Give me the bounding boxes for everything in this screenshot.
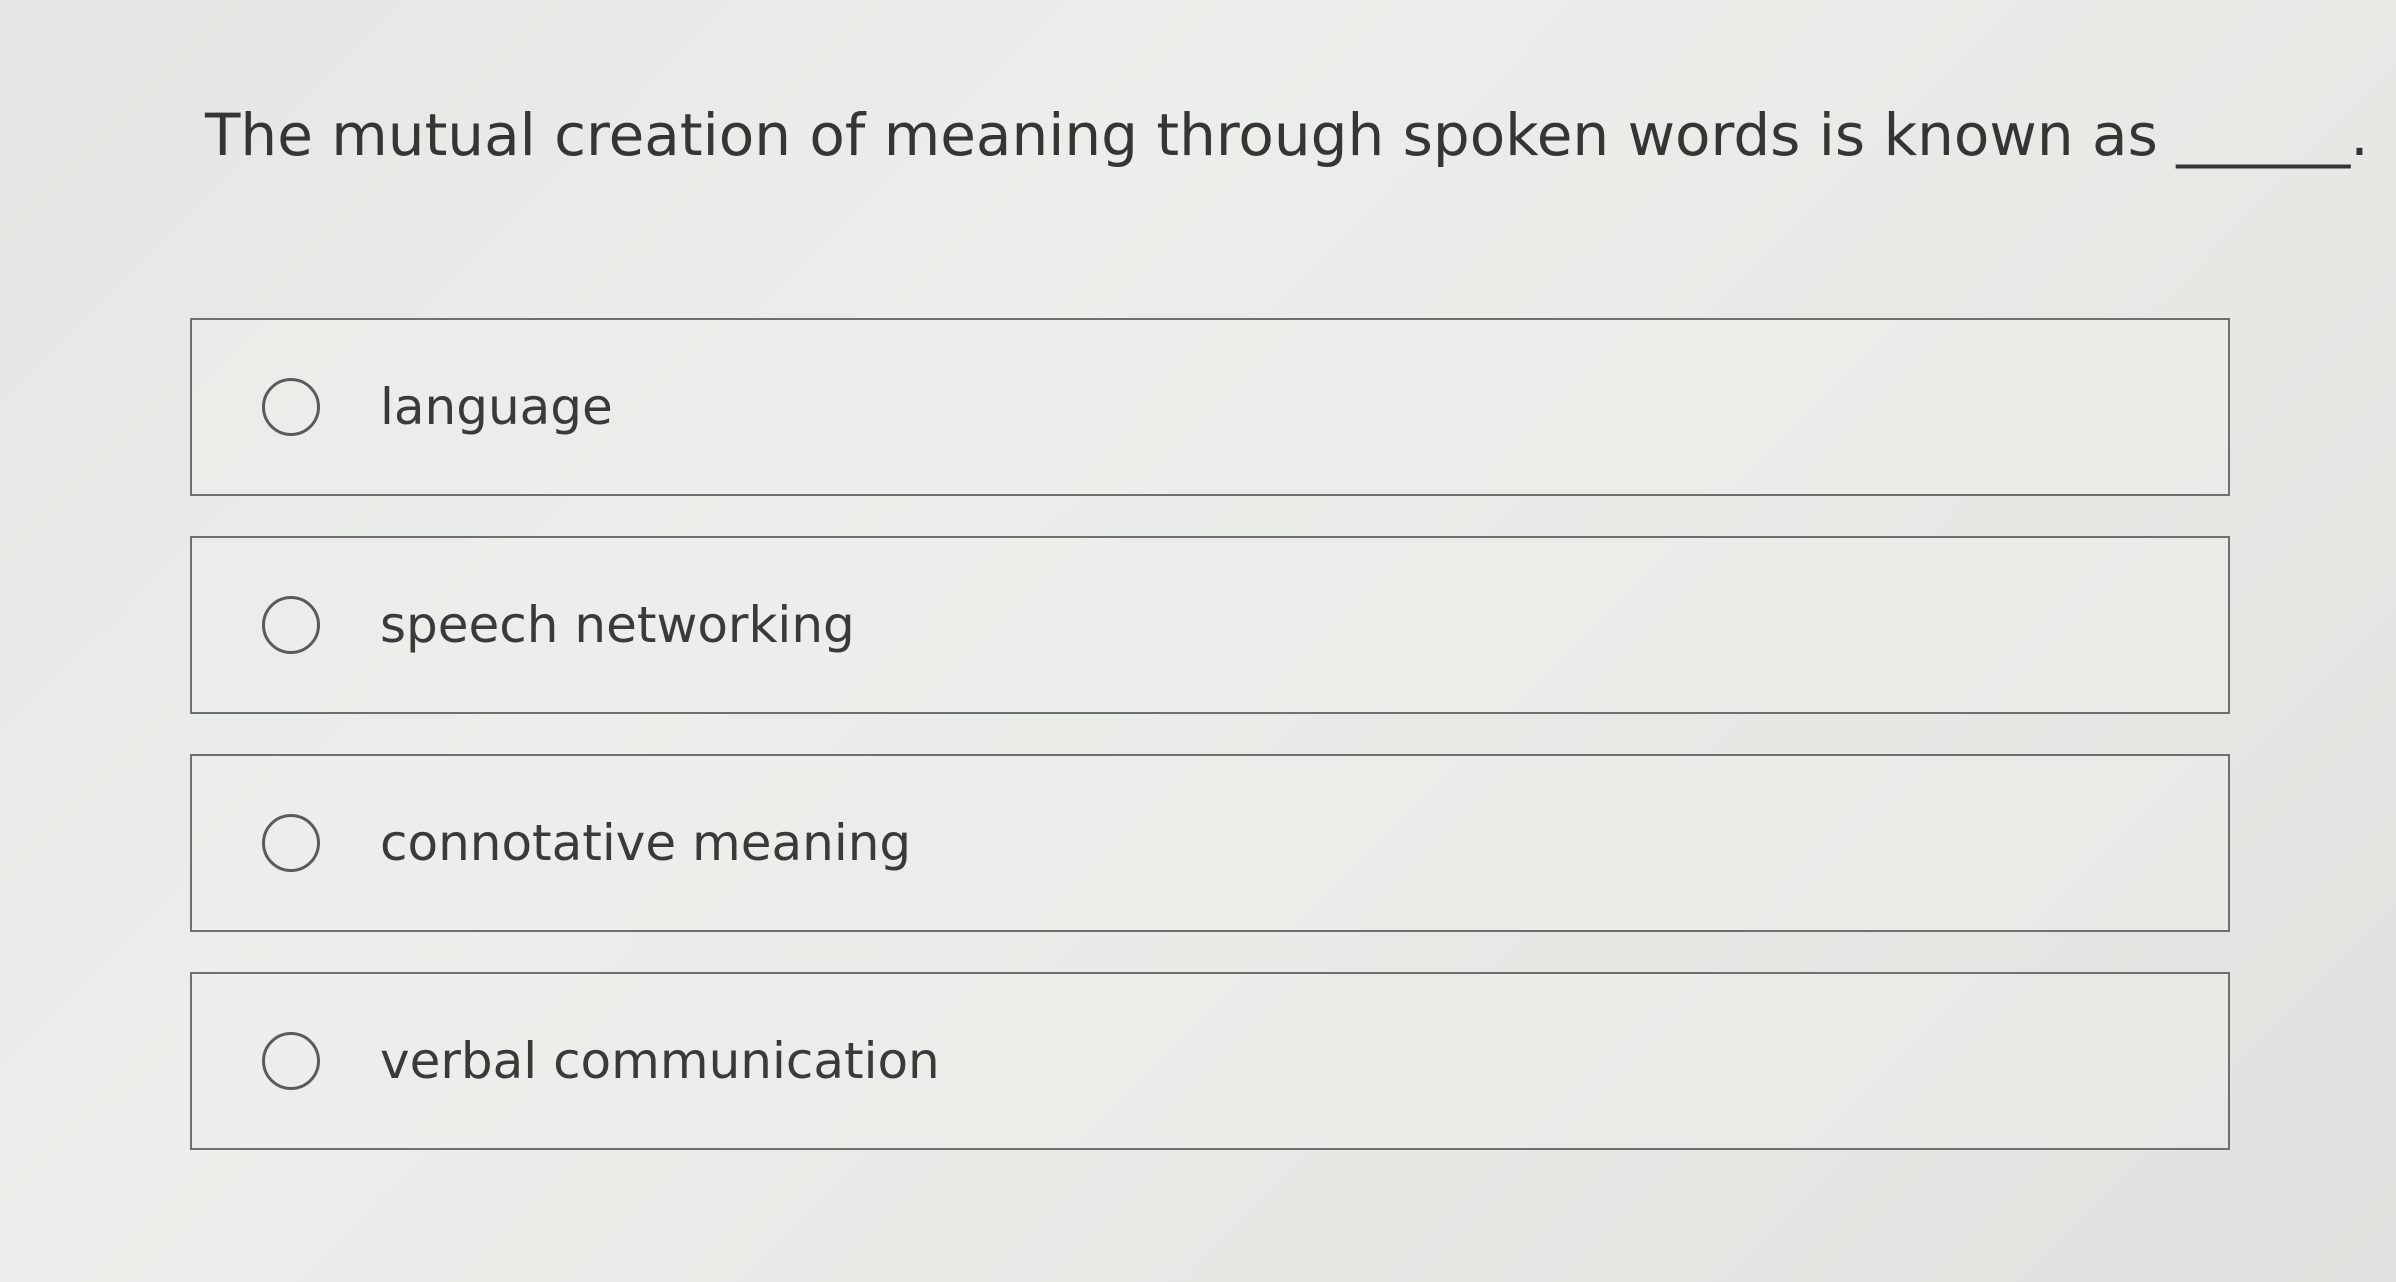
option-label: connotative meaning xyxy=(380,814,912,872)
option-label: verbal communication xyxy=(380,1032,940,1090)
radio-button-icon[interactable] xyxy=(262,596,320,654)
question-text: The mutual creation of meaning through s… xyxy=(205,101,2369,169)
option-connotative-meaning[interactable]: connotative meaning xyxy=(190,754,2230,932)
quiz-page: The mutual creation of meaning through s… xyxy=(0,0,2396,1282)
radio-button-icon[interactable] xyxy=(262,814,320,872)
option-language[interactable]: language xyxy=(190,318,2230,496)
option-verbal-communication[interactable]: verbal communication xyxy=(190,972,2230,1150)
radio-button-icon[interactable] xyxy=(262,378,320,436)
answer-options: language speech networking connotative m… xyxy=(190,318,2230,1190)
option-speech-networking[interactable]: speech networking xyxy=(190,536,2230,714)
radio-button-icon[interactable] xyxy=(262,1032,320,1090)
option-label: speech networking xyxy=(380,596,855,654)
option-label: language xyxy=(380,378,613,436)
